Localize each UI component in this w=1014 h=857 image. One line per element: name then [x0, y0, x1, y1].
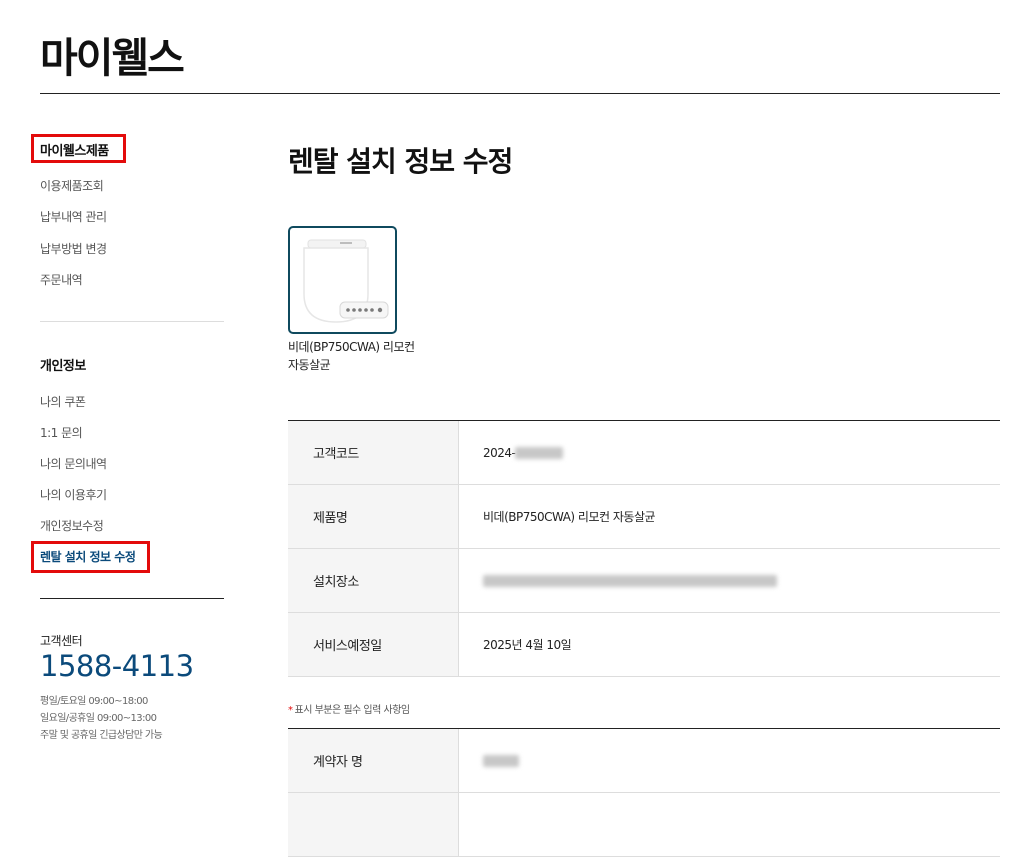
- required-note: * 표시 부분은 필수 입력 사항임: [288, 705, 410, 716]
- header-divider: [40, 93, 1000, 94]
- customer-center-label: 고객센터: [40, 634, 83, 648]
- table-row: [288, 793, 1000, 857]
- customer-center-phone: 1588-4113: [40, 649, 194, 683]
- product-card[interactable]: [288, 226, 397, 334]
- product-name-label: 제품명: [288, 485, 459, 548]
- sidebar-heading-personal: 개인정보: [40, 359, 86, 374]
- sidebar-item-inquiry[interactable]: 1:1 문의: [40, 424, 83, 441]
- product-name: 비데(BP750CWA) 리모컨 자동살균: [288, 340, 415, 372]
- customer-center-hours: 일요일/공휴일 09:00~13:00: [40, 713, 157, 724]
- install-location-label: 설치장소: [288, 549, 459, 612]
- sidebar-item-order-history[interactable]: 주문내역: [40, 271, 83, 288]
- sidebar-item-reviews[interactable]: 나의 이용후기: [40, 486, 107, 503]
- product-name-value: 비데(BP750CWA) 리모컨 자동살균: [483, 510, 656, 524]
- install-info-table: 고객코드 2024- 제품명 비데(BP750CWA) 리모컨 자동살균 설치장…: [288, 420, 1000, 677]
- next-row-value: [459, 793, 1000, 856]
- sidebar-item-payment-history[interactable]: 납부내역 관리: [40, 208, 107, 225]
- required-star: *: [288, 705, 293, 716]
- redacted-text: [483, 574, 777, 587]
- page-title: 마이웰스: [40, 34, 185, 82]
- sidebar-item-rental-install-edit[interactable]: 렌탈 설치 정보 수정: [40, 548, 136, 565]
- install-location-value: [459, 549, 1000, 612]
- table-row: 고객코드 2024-: [288, 421, 1000, 485]
- next-row-label: [288, 793, 459, 856]
- bidet-product-image: [303, 239, 389, 323]
- sidebar-item-payment-method[interactable]: 납부방법 변경: [40, 240, 107, 257]
- table-row: 설치장소: [288, 549, 1000, 613]
- service-date-label: 서비스예정일: [288, 613, 459, 676]
- contract-info-table: 계약자 명: [288, 728, 1000, 857]
- contractor-name-value: [459, 729, 1000, 792]
- sidebar-item-edit-profile[interactable]: 개인정보수정: [40, 517, 104, 534]
- sidebar-item-product-lookup[interactable]: 이용제품조회: [40, 177, 104, 194]
- sidebar-divider-dark: [40, 598, 224, 599]
- section-title: 렌탈 설치 정보 수정: [288, 145, 513, 178]
- redacted-text: [483, 754, 519, 767]
- table-row: 서비스예정일 2025년 4월 10일: [288, 613, 1000, 677]
- service-date-value: 2025년 4월 10일: [483, 638, 572, 652]
- customer-code-label: 고객코드: [288, 421, 459, 484]
- customer-center-hours: 평일/토요일 09:00~18:00: [40, 696, 148, 707]
- customer-code-value: 2024-: [459, 421, 1000, 484]
- sidebar-item-coupons[interactable]: 나의 쿠폰: [40, 393, 86, 410]
- table-row: 제품명 비데(BP750CWA) 리모컨 자동살균: [288, 485, 1000, 549]
- table-row: 계약자 명: [288, 729, 1000, 793]
- sidebar-heading-products[interactable]: 마이웰스제품: [40, 140, 109, 159]
- sidebar-divider: [40, 321, 224, 322]
- sidebar-item-inquiry-history[interactable]: 나의 문의내역: [40, 455, 107, 472]
- customer-center-hours: 주말 및 공휴일 긴급상담만 가능: [40, 730, 163, 741]
- redacted-text: [515, 446, 564, 459]
- contractor-name-label: 계약자 명: [288, 729, 459, 792]
